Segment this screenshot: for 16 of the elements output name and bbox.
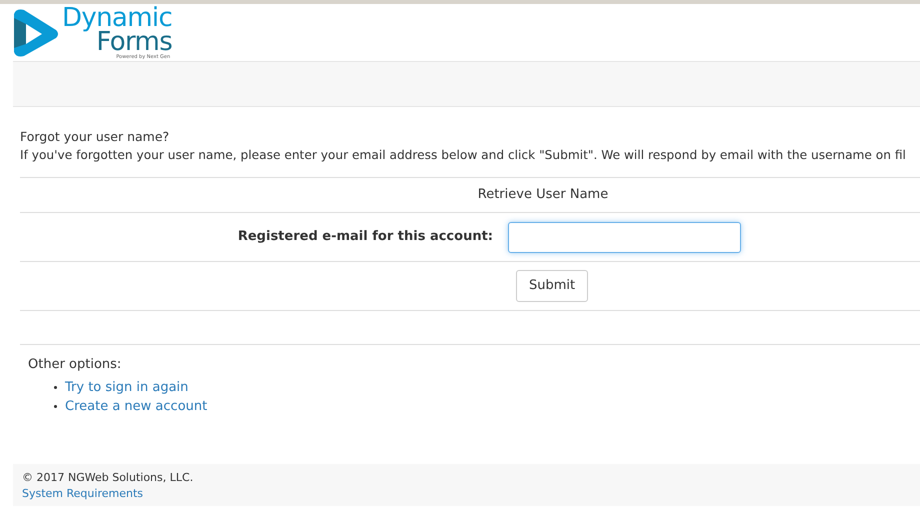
options-title: Other options: [28, 356, 122, 374]
logo-text: Dynamic [62, 5, 172, 31]
bullet-icon [54, 386, 57, 389]
email-field[interactable] [508, 222, 741, 252]
option-link[interactable]: Create a new account [65, 397, 208, 416]
option-link[interactable]: Try to sign in again [65, 378, 188, 397]
submit-button[interactable]: Submit [516, 270, 588, 302]
system-requirements-link[interactable]: System Requirements [22, 487, 143, 500]
form-heading: Retrieve User Name [478, 186, 608, 204]
bullet-icon [54, 405, 57, 408]
logo-icon [12, 8, 60, 58]
instructions-text: If you've forgotten your user name, please enter your email address below and click "Submit". We will respond by email with the username on fil [20, 147, 907, 164]
page-heading: Forgot your user name? [20, 128, 170, 146]
copyright-text: © 2017 NGWeb Solutions, LLC. [22, 470, 194, 486]
logo-text: Forms [96, 29, 172, 55]
field-label: Registered e-mail for this account: [238, 228, 493, 246]
